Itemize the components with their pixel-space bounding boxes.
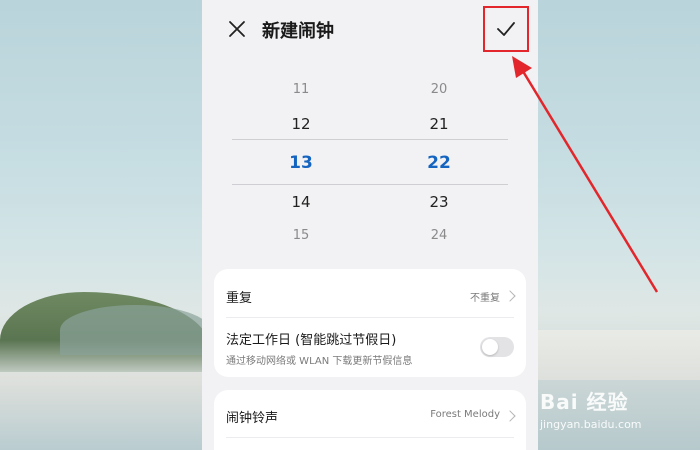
- divider: [226, 437, 514, 438]
- new-alarm-screen: 新建闹钟 11 12 13 14 15 20 21 22 23 24 重复 不重…: [202, 0, 538, 450]
- minute-option[interactable]: 23: [409, 193, 469, 211]
- hour-option[interactable]: 12: [271, 115, 331, 133]
- hour-column[interactable]: 11 12 13 14 15: [271, 70, 331, 250]
- chevron-right-icon: [504, 290, 516, 302]
- settings-card: 重复 不重复 法定工作日 (智能跳过节假日) 通过移动网络或 WLAN 下载更新…: [214, 269, 526, 377]
- watermark: Bai 经验 jingyan.baidu.com: [540, 378, 700, 450]
- close-icon: [229, 21, 245, 37]
- chevron-right-icon: [504, 410, 516, 422]
- minute-selected[interactable]: 22: [409, 153, 469, 173]
- repeat-value: 不重复: [470, 293, 500, 304]
- ringtone-card: 闹钟铃声 Forest Melody: [214, 390, 526, 450]
- minute-option[interactable]: 20: [409, 82, 469, 97]
- hour-option[interactable]: 15: [271, 228, 331, 243]
- time-picker[interactable]: 11 12 13 14 15 20 21 22 23 24: [202, 70, 538, 250]
- watermark-main: Bai 经验: [540, 390, 629, 414]
- highlight-box: [483, 6, 529, 52]
- workday-row: 法定工作日 (智能跳过节假日) 通过移动网络或 WLAN 下载更新节假信息: [226, 329, 514, 367]
- header-bar: 新建闹钟: [202, 0, 538, 60]
- repeat-label: 重复: [226, 291, 253, 306]
- ringtone-row[interactable]: 闹钟铃声 Forest Melody: [226, 407, 516, 427]
- selection-line-bottom: [232, 184, 508, 185]
- repeat-row[interactable]: 重复 不重复: [226, 287, 516, 307]
- hour-selected[interactable]: 13: [271, 153, 331, 173]
- background-hill-far: [60, 305, 210, 355]
- minute-option[interactable]: 24: [409, 228, 469, 243]
- minute-option[interactable]: 21: [409, 115, 469, 133]
- workday-label: 法定工作日 (智能跳过节假日): [226, 333, 397, 348]
- ringtone-value: Forest Melody: [430, 409, 500, 420]
- close-button[interactable]: [224, 16, 250, 42]
- hour-option[interactable]: 14: [271, 193, 331, 211]
- workday-subtext: 通过移动网络或 WLAN 下载更新节假信息: [226, 356, 413, 367]
- workday-toggle[interactable]: [480, 337, 514, 357]
- ringtone-label: 闹钟铃声: [226, 411, 279, 426]
- divider: [226, 317, 514, 318]
- hour-option[interactable]: 11: [271, 82, 331, 97]
- toggle-knob: [482, 339, 498, 355]
- page-title: 新建闹钟: [262, 21, 334, 42]
- selection-line-top: [232, 139, 508, 140]
- watermark-sub: jingyan.baidu.com: [540, 418, 642, 431]
- minute-column[interactable]: 20 21 22 23 24: [409, 70, 469, 250]
